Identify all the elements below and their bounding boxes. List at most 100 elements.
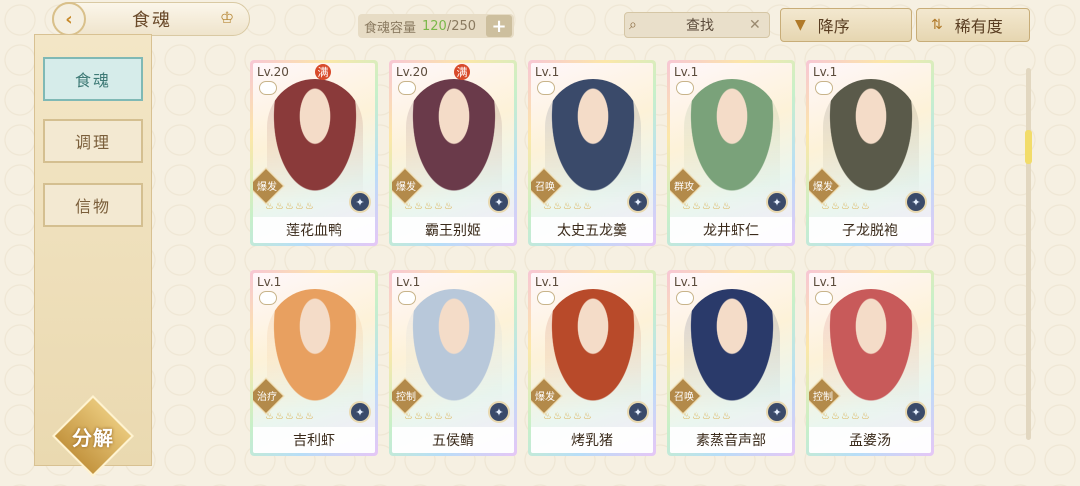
capacity-current: 120 (422, 18, 447, 34)
bowl-icon (398, 291, 416, 305)
bowl-icon (676, 81, 694, 95)
card-role: 控制 (396, 392, 416, 403)
clear-icon[interactable]: ✕ (749, 17, 769, 33)
card-name: 孟婆汤 (809, 427, 931, 453)
sort-rarity-label: 稀有度 (954, 17, 1003, 36)
sidebar-item-cultivate[interactable]: 调理 (43, 119, 143, 163)
card-role: 爆发 (535, 392, 555, 403)
element-icon: ✦ (905, 401, 927, 423)
sidebar-item-soul[interactable]: 食魂 (43, 57, 143, 101)
card-name: 素蒸音声部 (670, 427, 792, 453)
bowl-icon (815, 291, 833, 305)
food-soul-card[interactable]: Lv.1 召唤 ♨♨♨♨♨ ✦ 素蒸音声部 (667, 270, 795, 456)
card-level: Lv.1 (674, 275, 699, 289)
element-icon: ✦ (488, 401, 510, 423)
food-soul-card[interactable]: Lv.1 群攻 ♨♨♨♨♨ ✦ 龙井虾仁 (667, 60, 795, 246)
search-input[interactable]: 查找 (651, 15, 749, 35)
card-level: Lv.1 (813, 65, 838, 79)
card-level: Lv.1 (813, 275, 838, 289)
element-icon: ✦ (349, 401, 371, 423)
food-soul-card[interactable]: Lv.1 爆发 ♨♨♨♨♨ ✦ 子龙脱袍 (806, 60, 934, 246)
sidebar: 食魂 调理 信物 分解 (34, 34, 152, 478)
card-role: 治疗 (257, 392, 277, 403)
element-icon: ✦ (905, 191, 927, 213)
search-icon: ⌕ (629, 17, 637, 33)
star-flames-icon: ♨♨♨♨♨ (404, 411, 454, 422)
card-name: 吉利虾 (253, 427, 375, 453)
card-name: 太史五龙羹 (531, 217, 653, 243)
food-soul-card[interactable]: Lv.1 召唤 ♨♨♨♨♨ ✦ 太史五龙羹 (528, 60, 656, 246)
star-flames-icon: ♨♨♨♨♨ (682, 411, 732, 422)
card-role: 爆发 (813, 182, 833, 193)
swap-icon: ⇅ (931, 17, 943, 33)
food-soul-card[interactable]: Lv.1 控制 ♨♨♨♨♨ ✦ 孟婆汤 (806, 270, 934, 456)
card-level: Lv.1 (535, 65, 560, 79)
star-flames-icon: ♨♨♨♨♨ (543, 411, 593, 422)
food-soul-card[interactable]: Lv.1 治疗 ♨♨♨♨♨ ✦ 吉利虾 (250, 270, 378, 456)
bowl-icon (537, 291, 555, 305)
bowl-icon (537, 81, 555, 95)
card-name: 子龙脱袍 (809, 217, 931, 243)
bowl-icon (398, 81, 416, 95)
card-role: 召唤 (674, 392, 694, 403)
card-name: 五侯鲭 (392, 427, 514, 453)
page-title: 食魂 (132, 10, 172, 31)
star-flames-icon: ♨♨♨♨♨ (821, 411, 871, 422)
max-level-badge: 满 (454, 64, 470, 80)
top-bar: ‹ 食魂 ♔ 食魂容量 120 /250 + ⌕ 查找 ✕ ▼ 降序 ⇅ 稀有度 (0, 0, 1080, 48)
sort-desc-label: 降序 (817, 17, 850, 36)
decompose-label: 分解 (72, 425, 114, 450)
card-name: 莲花血鸭 (253, 217, 375, 243)
star-flames-icon: ♨♨♨♨♨ (404, 201, 454, 212)
capacity-max: /250 (446, 18, 477, 34)
triangle-down-icon: ▼ (795, 17, 806, 33)
element-icon: ✦ (349, 191, 371, 213)
element-icon: ✦ (766, 401, 788, 423)
sidebar-item-label: 食魂 (74, 71, 111, 90)
element-icon: ✦ (627, 401, 649, 423)
food-soul-card[interactable]: Lv.1 爆发 ♨♨♨♨♨ ✦ 烤乳猪 (528, 270, 656, 456)
card-name: 龙井虾仁 (670, 217, 792, 243)
food-soul-card[interactable]: Lv.20 满爆发 ♨♨♨♨♨ ✦ 霸王别姬 (389, 60, 517, 246)
star-flames-icon: ♨♨♨♨♨ (265, 201, 315, 212)
star-flames-icon: ♨♨♨♨♨ (821, 201, 871, 212)
capacity-label: 食魂容量 (364, 20, 417, 36)
card-level: Lv.20 (257, 65, 289, 79)
add-capacity-button[interactable]: + (486, 15, 512, 37)
food-soul-card[interactable]: Lv.1 控制 ♨♨♨♨♨ ✦ 五侯鲭 (389, 270, 517, 456)
element-icon: ✦ (766, 191, 788, 213)
decompose-button[interactable]: 分解 (51, 394, 135, 478)
element-icon: ✦ (627, 191, 649, 213)
card-role: 爆发 (257, 182, 277, 193)
card-role: 控制 (813, 392, 833, 403)
card-level: Lv.20 (396, 65, 428, 79)
search-box[interactable]: ⌕ 查找 ✕ (624, 12, 770, 38)
back-button[interactable]: ‹ (52, 2, 86, 36)
max-level-badge: 满 (315, 64, 331, 80)
card-role: 召唤 (535, 182, 555, 193)
card-name: 霸王别姬 (392, 217, 514, 243)
bowl-icon (259, 81, 277, 95)
scrollbar-track[interactable] (1026, 68, 1031, 440)
card-level: Lv.1 (535, 275, 560, 289)
crown-icon[interactable]: ♔ (216, 8, 238, 27)
bowl-icon (815, 81, 833, 95)
card-name: 烤乳猪 (531, 427, 653, 453)
scrollbar-thumb[interactable] (1025, 130, 1032, 164)
card-role: 爆发 (396, 182, 416, 193)
star-flames-icon: ♨♨♨♨♨ (682, 201, 732, 212)
card-level: Lv.1 (674, 65, 699, 79)
sidebar-item-label: 信物 (74, 197, 111, 216)
bowl-icon (259, 291, 277, 305)
bowl-icon (676, 291, 694, 305)
capacity-display: 食魂容量 120 /250 + (358, 14, 514, 38)
card-level: Lv.1 (257, 275, 282, 289)
back-arrow-icon: ‹ (65, 8, 73, 30)
sort-descending-button[interactable]: ▼ 降序 (780, 8, 912, 42)
sidebar-item-token[interactable]: 信物 (43, 183, 143, 227)
element-icon: ✦ (488, 191, 510, 213)
sidebar-item-label: 调理 (74, 133, 111, 152)
card-role: 群攻 (674, 182, 694, 193)
sort-rarity-button[interactable]: ⇅ 稀有度 (916, 8, 1030, 42)
food-soul-card[interactable]: Lv.20 满爆发 ♨♨♨♨♨ ✦ 莲花血鸭 (250, 60, 378, 246)
